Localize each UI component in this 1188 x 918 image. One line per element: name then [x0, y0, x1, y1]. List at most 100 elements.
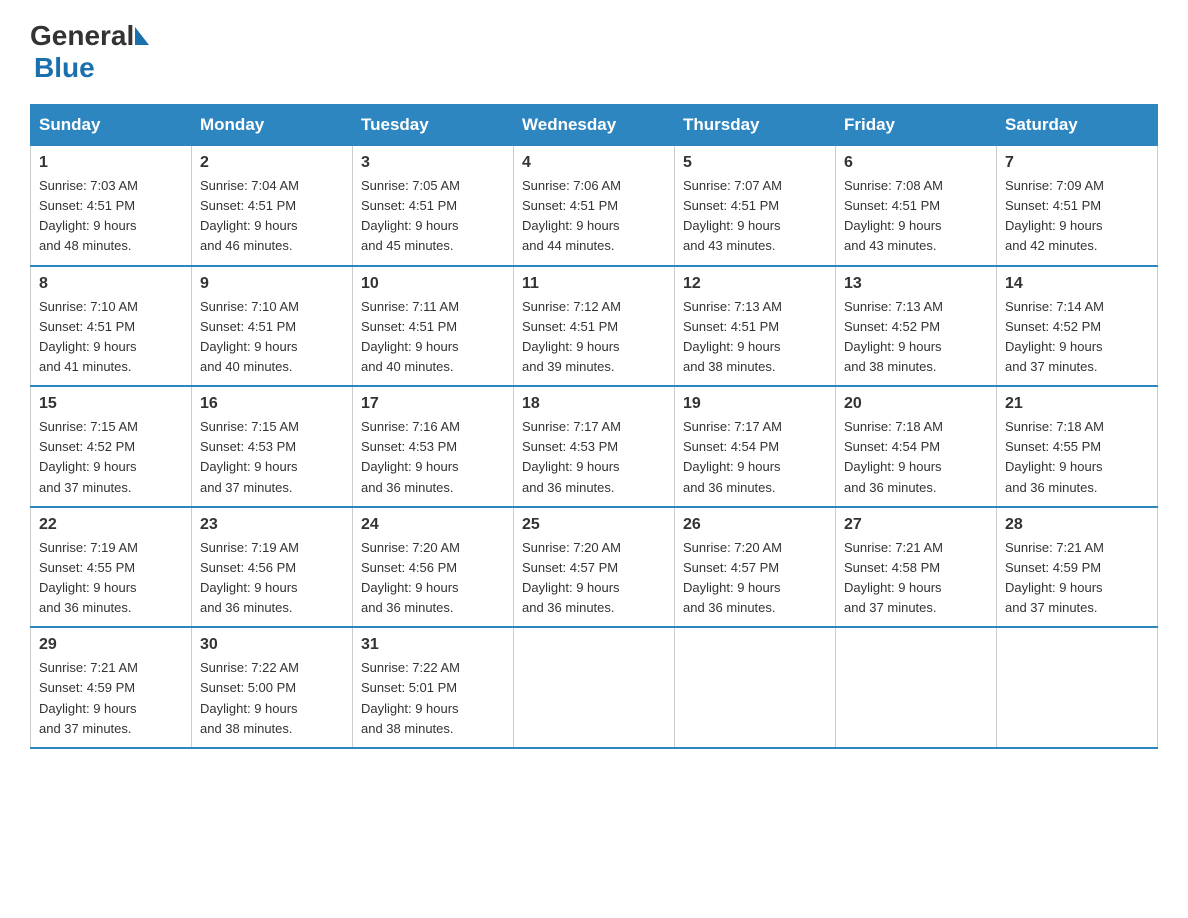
calendar-day-cell: 18 Sunrise: 7:17 AMSunset: 4:53 PMDaylig…: [514, 386, 675, 507]
calendar-day-cell: 7 Sunrise: 7:09 AMSunset: 4:51 PMDayligh…: [997, 146, 1158, 266]
day-info: Sunrise: 7:16 AMSunset: 4:53 PMDaylight:…: [361, 419, 460, 494]
day-number: 22: [39, 516, 183, 534]
calendar-week-row: 1 Sunrise: 7:03 AMSunset: 4:51 PMDayligh…: [31, 146, 1158, 266]
calendar-week-row: 8 Sunrise: 7:10 AMSunset: 4:51 PMDayligh…: [31, 266, 1158, 387]
day-info: Sunrise: 7:06 AMSunset: 4:51 PMDaylight:…: [522, 178, 621, 253]
day-number: 28: [1005, 516, 1149, 534]
calendar-day-cell: [836, 627, 997, 748]
day-number: 30: [200, 636, 344, 654]
day-info: Sunrise: 7:07 AMSunset: 4:51 PMDaylight:…: [683, 178, 782, 253]
calendar-day-cell: 1 Sunrise: 7:03 AMSunset: 4:51 PMDayligh…: [31, 146, 192, 266]
day-info: Sunrise: 7:10 AMSunset: 4:51 PMDaylight:…: [39, 299, 138, 374]
calendar-day-cell: 17 Sunrise: 7:16 AMSunset: 4:53 PMDaylig…: [353, 386, 514, 507]
calendar-day-cell: 11 Sunrise: 7:12 AMSunset: 4:51 PMDaylig…: [514, 266, 675, 387]
day-number: 16: [200, 395, 344, 413]
day-number: 20: [844, 395, 988, 413]
calendar-day-cell: [514, 627, 675, 748]
calendar-day-cell: 6 Sunrise: 7:08 AMSunset: 4:51 PMDayligh…: [836, 146, 997, 266]
calendar-day-cell: 9 Sunrise: 7:10 AMSunset: 4:51 PMDayligh…: [192, 266, 353, 387]
calendar-day-cell: 12 Sunrise: 7:13 AMSunset: 4:51 PMDaylig…: [675, 266, 836, 387]
day-info: Sunrise: 7:15 AMSunset: 4:52 PMDaylight:…: [39, 419, 138, 494]
calendar-week-row: 15 Sunrise: 7:15 AMSunset: 4:52 PMDaylig…: [31, 386, 1158, 507]
calendar-day-cell: 2 Sunrise: 7:04 AMSunset: 4:51 PMDayligh…: [192, 146, 353, 266]
day-number: 18: [522, 395, 666, 413]
calendar-table: SundayMondayTuesdayWednesdayThursdayFrid…: [30, 104, 1158, 749]
day-number: 21: [1005, 395, 1149, 413]
day-number: 5: [683, 154, 827, 172]
calendar-week-row: 22 Sunrise: 7:19 AMSunset: 4:55 PMDaylig…: [31, 507, 1158, 628]
day-info: Sunrise: 7:04 AMSunset: 4:51 PMDaylight:…: [200, 178, 299, 253]
day-number: 19: [683, 395, 827, 413]
day-info: Sunrise: 7:13 AMSunset: 4:52 PMDaylight:…: [844, 299, 943, 374]
day-info: Sunrise: 7:08 AMSunset: 4:51 PMDaylight:…: [844, 178, 943, 253]
calendar-day-cell: 13 Sunrise: 7:13 AMSunset: 4:52 PMDaylig…: [836, 266, 997, 387]
day-info: Sunrise: 7:11 AMSunset: 4:51 PMDaylight:…: [361, 299, 459, 374]
day-info: Sunrise: 7:21 AMSunset: 4:58 PMDaylight:…: [844, 540, 943, 615]
day-of-week-header: Sunday: [31, 105, 192, 146]
day-number: 25: [522, 516, 666, 534]
calendar-day-cell: 27 Sunrise: 7:21 AMSunset: 4:58 PMDaylig…: [836, 507, 997, 628]
day-info: Sunrise: 7:22 AMSunset: 5:01 PMDaylight:…: [361, 660, 460, 735]
day-of-week-header: Friday: [836, 105, 997, 146]
day-number: 27: [844, 516, 988, 534]
day-number: 1: [39, 154, 183, 172]
calendar-day-cell: 4 Sunrise: 7:06 AMSunset: 4:51 PMDayligh…: [514, 146, 675, 266]
calendar-day-cell: 26 Sunrise: 7:20 AMSunset: 4:57 PMDaylig…: [675, 507, 836, 628]
calendar-day-cell: 16 Sunrise: 7:15 AMSunset: 4:53 PMDaylig…: [192, 386, 353, 507]
calendar-day-cell: 29 Sunrise: 7:21 AMSunset: 4:59 PMDaylig…: [31, 627, 192, 748]
calendar-day-cell: 10 Sunrise: 7:11 AMSunset: 4:51 PMDaylig…: [353, 266, 514, 387]
day-info: Sunrise: 7:03 AMSunset: 4:51 PMDaylight:…: [39, 178, 138, 253]
day-number: 6: [844, 154, 988, 172]
day-info: Sunrise: 7:17 AMSunset: 4:53 PMDaylight:…: [522, 419, 621, 494]
calendar-day-cell: 23 Sunrise: 7:19 AMSunset: 4:56 PMDaylig…: [192, 507, 353, 628]
calendar-day-cell: 5 Sunrise: 7:07 AMSunset: 4:51 PMDayligh…: [675, 146, 836, 266]
day-info: Sunrise: 7:10 AMSunset: 4:51 PMDaylight:…: [200, 299, 299, 374]
logo-arrow-icon: [135, 27, 149, 45]
calendar-day-cell: 25 Sunrise: 7:20 AMSunset: 4:57 PMDaylig…: [514, 507, 675, 628]
calendar-day-cell: [675, 627, 836, 748]
day-number: 3: [361, 154, 505, 172]
calendar-week-row: 29 Sunrise: 7:21 AMSunset: 4:59 PMDaylig…: [31, 627, 1158, 748]
day-info: Sunrise: 7:19 AMSunset: 4:55 PMDaylight:…: [39, 540, 138, 615]
day-of-week-header: Thursday: [675, 105, 836, 146]
day-info: Sunrise: 7:09 AMSunset: 4:51 PMDaylight:…: [1005, 178, 1104, 253]
day-of-week-header: Saturday: [997, 105, 1158, 146]
calendar-day-cell: 8 Sunrise: 7:10 AMSunset: 4:51 PMDayligh…: [31, 266, 192, 387]
logo-blue-text: Blue: [34, 52, 95, 83]
day-number: 4: [522, 154, 666, 172]
calendar-day-cell: 21 Sunrise: 7:18 AMSunset: 4:55 PMDaylig…: [997, 386, 1158, 507]
day-number: 23: [200, 516, 344, 534]
day-number: 2: [200, 154, 344, 172]
page-header: General Blue: [30, 20, 1158, 84]
day-number: 17: [361, 395, 505, 413]
day-number: 14: [1005, 275, 1149, 293]
day-info: Sunrise: 7:14 AMSunset: 4:52 PMDaylight:…: [1005, 299, 1104, 374]
day-number: 26: [683, 516, 827, 534]
day-info: Sunrise: 7:13 AMSunset: 4:51 PMDaylight:…: [683, 299, 782, 374]
day-info: Sunrise: 7:12 AMSunset: 4:51 PMDaylight:…: [522, 299, 621, 374]
calendar-day-cell: 22 Sunrise: 7:19 AMSunset: 4:55 PMDaylig…: [31, 507, 192, 628]
calendar-day-cell: 31 Sunrise: 7:22 AMSunset: 5:01 PMDaylig…: [353, 627, 514, 748]
day-info: Sunrise: 7:19 AMSunset: 4:56 PMDaylight:…: [200, 540, 299, 615]
day-info: Sunrise: 7:05 AMSunset: 4:51 PMDaylight:…: [361, 178, 460, 253]
day-number: 7: [1005, 154, 1149, 172]
day-number: 12: [683, 275, 827, 293]
calendar-day-cell: 15 Sunrise: 7:15 AMSunset: 4:52 PMDaylig…: [31, 386, 192, 507]
day-info: Sunrise: 7:21 AMSunset: 4:59 PMDaylight:…: [1005, 540, 1104, 615]
day-info: Sunrise: 7:21 AMSunset: 4:59 PMDaylight:…: [39, 660, 138, 735]
day-number: 9: [200, 275, 344, 293]
day-number: 15: [39, 395, 183, 413]
calendar-day-cell: 30 Sunrise: 7:22 AMSunset: 5:00 PMDaylig…: [192, 627, 353, 748]
day-number: 10: [361, 275, 505, 293]
day-number: 13: [844, 275, 988, 293]
day-info: Sunrise: 7:18 AMSunset: 4:55 PMDaylight:…: [1005, 419, 1104, 494]
logo: General Blue: [30, 20, 149, 84]
day-info: Sunrise: 7:22 AMSunset: 5:00 PMDaylight:…: [200, 660, 299, 735]
day-number: 24: [361, 516, 505, 534]
day-of-week-header: Tuesday: [353, 105, 514, 146]
calendar-day-cell: 14 Sunrise: 7:14 AMSunset: 4:52 PMDaylig…: [997, 266, 1158, 387]
calendar-day-cell: [997, 627, 1158, 748]
day-info: Sunrise: 7:20 AMSunset: 4:56 PMDaylight:…: [361, 540, 460, 615]
calendar-header-row: SundayMondayTuesdayWednesdayThursdayFrid…: [31, 105, 1158, 146]
calendar-day-cell: 19 Sunrise: 7:17 AMSunset: 4:54 PMDaylig…: [675, 386, 836, 507]
